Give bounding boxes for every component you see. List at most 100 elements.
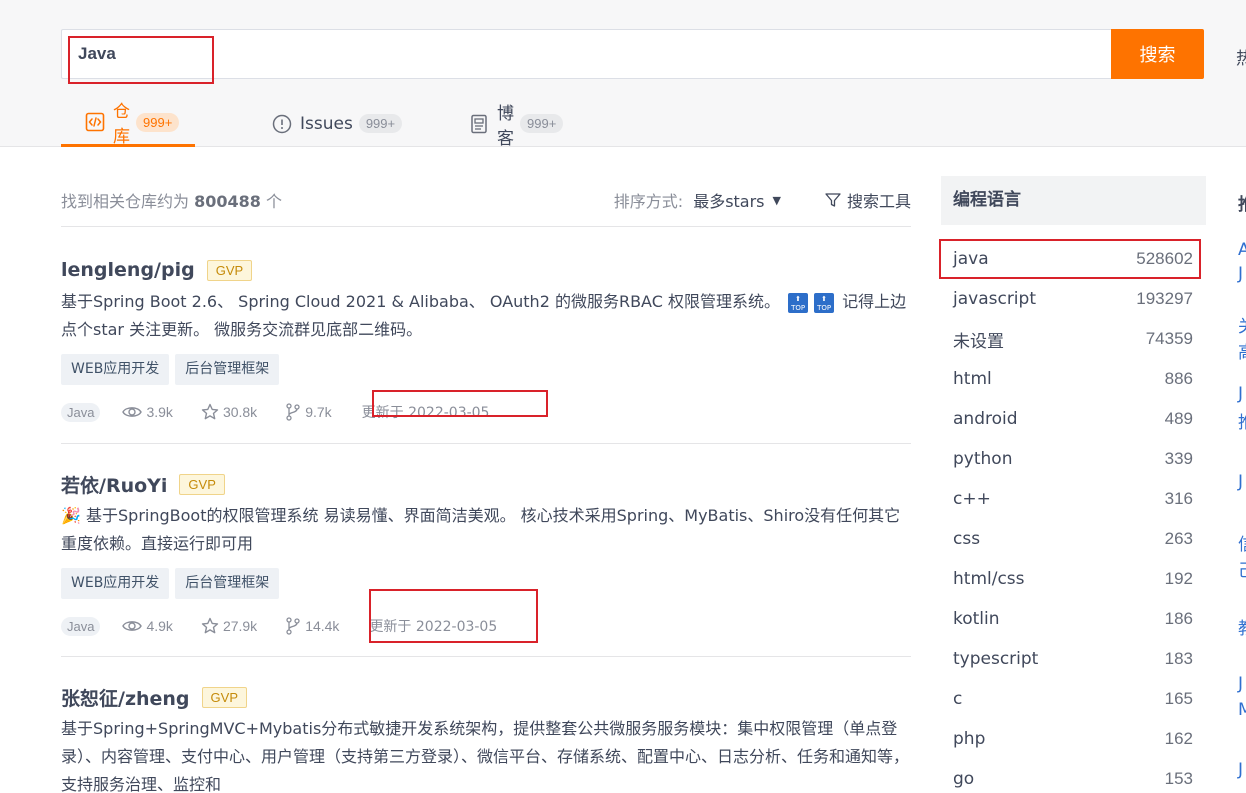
divider — [61, 443, 911, 444]
tab-count-badge: 999+ — [136, 112, 180, 132]
repo-name-link[interactable]: 张恕征/zheng — [61, 684, 190, 711]
language-filter-item[interactable]: css 263 — [941, 519, 1206, 559]
tab-blogs[interactable]: 博客 999+ — [469, 100, 564, 149]
recommend-item-cut[interactable]: J — [1238, 264, 1243, 284]
search-tools-button[interactable]: 搜索工具 — [825, 188, 911, 212]
sort-dropdown[interactable]: 排序方式: 最多stars ▼ — [614, 188, 781, 212]
tag-web-dev[interactable]: WEB应用开发 — [61, 354, 170, 385]
fork-count[interactable]: 14.4k — [285, 617, 339, 635]
divider — [61, 656, 911, 657]
recommend-item-cut[interactable]: 信 — [1238, 530, 1246, 555]
recommend-item-cut[interactable]: J — [1238, 472, 1243, 492]
recommend-item-cut[interactable]: J — [1238, 384, 1243, 404]
language-count: 489 — [1164, 409, 1193, 428]
language-count: 316 — [1164, 489, 1193, 508]
star-count[interactable]: 27.9k — [201, 617, 257, 635]
issue-circle-icon — [272, 114, 292, 134]
language-count: 192 — [1164, 569, 1193, 588]
language-filter-item[interactable]: python 339 — [941, 439, 1206, 479]
tab-repositories[interactable]: 仓库 999+ — [61, 100, 196, 147]
language-name: html — [953, 369, 992, 389]
repo-name-link[interactable]: 若依/RuoYi — [61, 471, 167, 498]
fork-icon — [286, 617, 300, 635]
recommend-item-cut[interactable]: J — [1238, 674, 1243, 694]
top-arrow-icon: ⬆ TOP — [814, 292, 835, 313]
recommend-item-cut[interactable]: 己 — [1238, 556, 1246, 581]
language-name: go — [953, 769, 975, 789]
language-filter-item[interactable]: go 153 — [941, 759, 1206, 793]
star-count[interactable]: 30.8k — [201, 403, 257, 421]
language-name: php — [953, 729, 986, 749]
top-arrow-icon: ⬆ TOP — [788, 292, 809, 313]
repo-tags: WEB应用开发 后台管理框架 — [61, 354, 911, 385]
code-repo-icon — [85, 112, 105, 132]
recommend-item-cut[interactable]: 推 — [1238, 408, 1246, 433]
language-filter-item[interactable]: c 165 — [941, 679, 1206, 719]
language-count: 153 — [1164, 769, 1193, 788]
language-filter-item[interactable]: android 489 — [941, 399, 1206, 439]
sort-value: 最多stars — [693, 192, 765, 211]
language-filter-item[interactable]: php 162 — [941, 719, 1206, 759]
language-badge[interactable]: Java — [61, 402, 101, 422]
tab-count-badge: 999+ — [520, 114, 564, 133]
repo-card: 张恕征/zheng GVP 基于Spring+SpringMVC+Mybatis… — [61, 683, 911, 793]
language-badge[interactable]: Java — [61, 616, 101, 636]
repo-description: 基于Spring Boot 2.6、 Spring Cloud 2021 & A… — [61, 292, 907, 339]
language-name: 未设置 — [953, 331, 1004, 352]
language-filter-item[interactable]: 未设置 74359 — [941, 319, 1206, 359]
gvp-badge[interactable]: GVP — [201, 686, 248, 708]
language-filter-item[interactable]: javascript 193297 — [941, 279, 1206, 319]
repo-name-link[interactable]: lengleng/pig — [61, 259, 195, 281]
search-button[interactable]: 搜索 — [1111, 29, 1204, 79]
language-filter-title: 编程语言 — [941, 176, 1206, 225]
hot-search-label[interactable]: 热 — [1236, 44, 1246, 69]
gvp-badge[interactable]: GVP — [206, 259, 253, 281]
caret-down-icon: ▼ — [772, 193, 781, 207]
tab-label: 仓库 — [113, 102, 130, 147]
eye-icon — [122, 621, 143, 631]
recommend-item-cut[interactable]: 教 — [1238, 614, 1246, 639]
language-count: 886 — [1164, 369, 1193, 388]
tag-web-dev[interactable]: WEB应用开发 — [61, 568, 170, 599]
language-name: android — [953, 409, 1018, 429]
language-count: 183 — [1164, 649, 1193, 668]
recommend-item-cut[interactable]: 关 — [1238, 312, 1246, 337]
language-name: python — [953, 449, 1013, 469]
recommend-item-cut[interactable]: M — [1238, 700, 1246, 720]
tag-admin-framework[interactable]: 后台管理框架 — [175, 354, 280, 385]
repo-description: 🎉 基于SpringBoot的权限管理系统 易读易懂、界面简洁美观。 核心技术采… — [61, 506, 901, 553]
language-filter-item[interactable]: html/css 192 — [941, 559, 1206, 599]
updated-date: 更新于 2022-03-05 — [361, 405, 490, 421]
language-count: 165 — [1164, 689, 1193, 708]
star-icon — [201, 617, 219, 634]
tab-issues[interactable]: Issues 999+ — [272, 100, 403, 147]
language-name: typescript — [953, 649, 1039, 669]
language-count: 74359 — [1145, 329, 1193, 348]
tab-count-badge: 999+ — [358, 114, 403, 133]
filter-icon — [825, 193, 841, 207]
language-count: 186 — [1164, 609, 1193, 628]
recommend-item-cut[interactable]: A — [1238, 240, 1246, 260]
language-count: 263 — [1164, 529, 1193, 548]
gvp-badge[interactable]: GVP — [179, 473, 225, 495]
watch-count[interactable]: 4.9k — [122, 618, 173, 634]
results-summary-bar: 找到相关仓库约为 800488 个 排序方式: 最多stars ▼ 搜索工具 — [61, 188, 911, 212]
tag-admin-framework[interactable]: 后台管理框架 — [175, 568, 280, 599]
language-count: 339 — [1164, 449, 1193, 468]
language-filter-item[interactable]: kotlin 186 — [941, 599, 1206, 639]
recommend-item-cut[interactable]: 高 — [1238, 338, 1246, 363]
repo-meta: Java 3.9k 30.8k 9.7k 更新于 2022-03-05 — [61, 401, 911, 423]
language-name: c — [953, 689, 963, 709]
search-box — [61, 29, 1112, 79]
watch-count[interactable]: 3.9k — [122, 404, 173, 420]
language-filter-item[interactable]: java 528602 — [941, 239, 1206, 279]
recommend-item-cut[interactable]: J — [1238, 760, 1243, 780]
language-filter-item[interactable]: c++ 316 — [941, 479, 1206, 519]
search-input[interactable] — [78, 30, 978, 78]
language-filter-item[interactable]: html 886 — [941, 359, 1206, 399]
language-filter-item[interactable]: typescript 183 — [941, 639, 1206, 679]
fork-count[interactable]: 9.7k — [285, 403, 332, 421]
language-name: c++ — [953, 489, 991, 509]
repo-meta: Java 4.9k 27.9k 14.4k 更新于 2022-03-05 — [61, 615, 911, 637]
language-list: java 528602 javascript 193297 未设置 74359 html 88… — [941, 239, 1206, 793]
